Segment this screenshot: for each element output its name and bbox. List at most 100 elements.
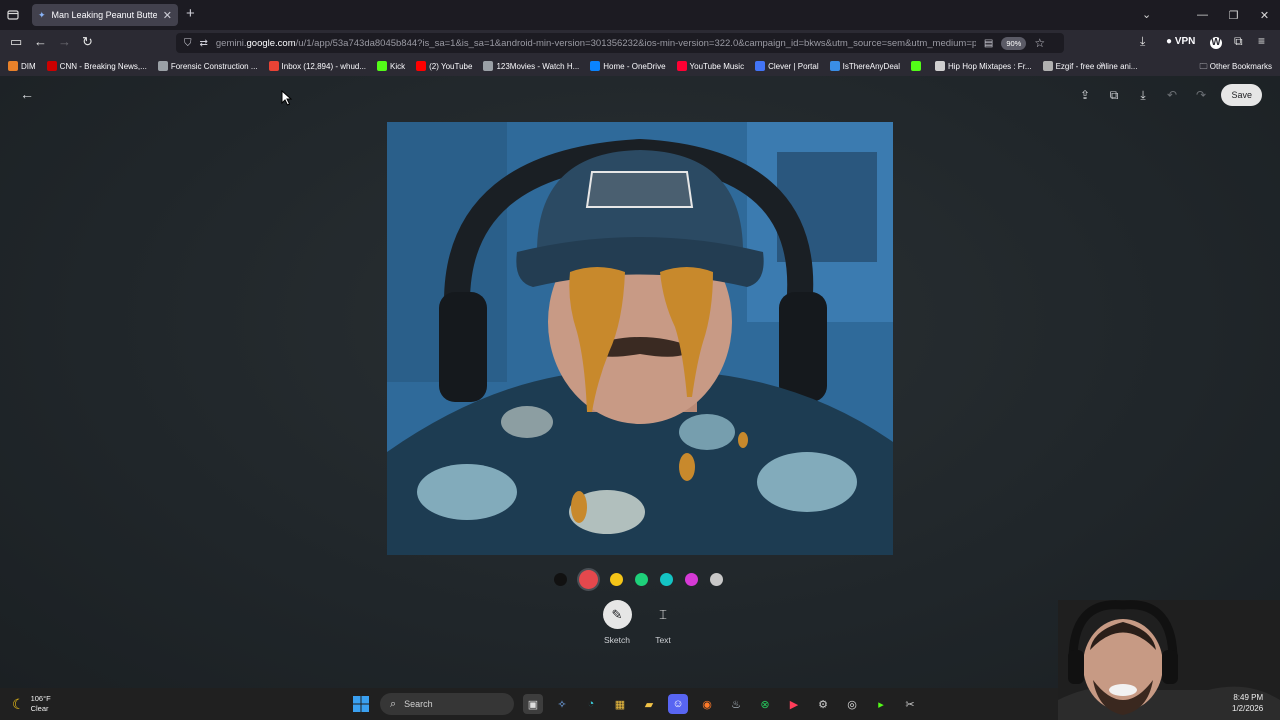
reload-button[interactable]: ↻ bbox=[82, 34, 93, 50]
tool-text[interactable]: ⌶ Text bbox=[648, 600, 678, 646]
snipping-tool-icon[interactable]: ✂ bbox=[900, 694, 920, 714]
taskbar-apps: ⌕ Search ▣ ✧ ◔ ▦ ▰ ☺ ◉ ♨ ⊗ ▶ ⚙ ◎ ▸ ✂ bbox=[351, 693, 920, 715]
sidebar-icon[interactable]: ▭ bbox=[10, 34, 22, 50]
text-icon[interactable]: ⌶ bbox=[649, 600, 678, 629]
bookmarks-toolbar: DIM CNN - Breaking News,... Forensic Const… bbox=[0, 56, 1280, 76]
youtube-music-icon bbox=[676, 61, 687, 71]
back-arrow-icon[interactable]: ← bbox=[20, 86, 34, 102]
reader-view-icon[interactable]: ▤ bbox=[984, 38, 993, 49]
redo-icon[interactable]: ↷ bbox=[1192, 88, 1209, 102]
bookmark-item[interactable]: IsThereAnyDeal bbox=[829, 61, 900, 71]
windows-logo-icon bbox=[353, 696, 369, 712]
save-button[interactable]: Save bbox=[1221, 84, 1262, 106]
close-window-button[interactable]: ✕ bbox=[1249, 9, 1280, 22]
copilot-icon[interactable]: ✧ bbox=[552, 694, 572, 714]
globe-icon bbox=[157, 61, 168, 71]
system-clock[interactable]: 8:49 PM 1/2/2026 bbox=[1232, 692, 1263, 714]
bookmark-label: (2) YouTube bbox=[429, 61, 473, 71]
color-swatch[interactable] bbox=[635, 573, 648, 586]
sketch-icon[interactable]: ✎ bbox=[602, 600, 632, 629]
bookmark-item[interactable]: Home - OneDrive bbox=[590, 61, 666, 71]
restore-button[interactable]: ❐ bbox=[1218, 9, 1249, 22]
xbox-icon[interactable]: ⊗ bbox=[755, 694, 775, 714]
edge-icon[interactable]: ◔ bbox=[581, 694, 601, 714]
bookmark-label: Inbox (12,894) - whud... bbox=[281, 61, 367, 71]
tool-label: Text bbox=[655, 635, 671, 645]
bookmark-item[interactable]: CNN - Breaking News,... bbox=[46, 61, 147, 71]
kick-icon bbox=[911, 61, 921, 71]
bookmark-label: 123Movies - Watch H... bbox=[496, 61, 580, 71]
shield-icon[interactable]: ⛉ bbox=[184, 38, 192, 49]
edited-photo bbox=[387, 122, 893, 555]
color-swatch[interactable] bbox=[579, 570, 598, 589]
bookmark-item[interactable]: Kick bbox=[377, 61, 405, 71]
weather-condition: Clear bbox=[30, 704, 49, 713]
bookmark-item[interactable]: DIM bbox=[8, 61, 36, 71]
taskbar-search[interactable]: ⌕ Search bbox=[380, 693, 514, 715]
color-swatch[interactable] bbox=[554, 573, 567, 586]
new-tab-button[interactable]: + bbox=[186, 5, 195, 22]
bookmark-item[interactable]: Forensic Construction ... bbox=[157, 61, 258, 71]
menu-icon[interactable]: ≡ bbox=[1258, 34, 1265, 48]
tool-label: Sketch bbox=[604, 635, 630, 645]
color-swatch[interactable] bbox=[685, 573, 698, 586]
permissions-icon[interactable]: ⇄ bbox=[200, 38, 208, 49]
other-bookmarks[interactable]: » 🗀 Other Bookmarks bbox=[1100, 59, 1272, 75]
download-icon[interactable]: ⤓ bbox=[1134, 88, 1151, 103]
bookmark-item[interactable]: Ezgif - free online ani... bbox=[1042, 61, 1138, 71]
discord-icon[interactable]: ☺ bbox=[668, 694, 688, 714]
bookmark-item[interactable]: Clever | Portal bbox=[755, 61, 819, 71]
clock-date: 1/2/2026 bbox=[1232, 704, 1264, 713]
bookmark-label: Home - OneDrive bbox=[603, 61, 666, 71]
task-view-icon[interactable]: ▣ bbox=[523, 694, 543, 714]
tab-active[interactable]: ✦ Man Leaking Peanut Butter Fro ✕ bbox=[32, 4, 178, 26]
minimize-button[interactable]: — bbox=[1187, 9, 1218, 21]
bookmark-item[interactable]: Hip Hop Mixtapes : Fr... bbox=[935, 61, 1032, 71]
kick-app-icon[interactable]: ▸ bbox=[871, 694, 891, 714]
start-button[interactable] bbox=[351, 694, 371, 714]
share-icon[interactable]: ⇪ bbox=[1076, 88, 1093, 102]
color-swatch[interactable] bbox=[660, 573, 673, 586]
settings-icon[interactable]: ⚙ bbox=[813, 694, 833, 714]
tool-selector: ✎ Sketch ⌶ Text bbox=[602, 600, 678, 645]
zoom-badge[interactable]: 90% bbox=[1001, 36, 1027, 50]
firefox-icon[interactable]: ◉ bbox=[697, 694, 717, 714]
url-text[interactable]: gemini.google.com/u/1/app/53a743da8045b8… bbox=[216, 38, 976, 49]
chrome-icon[interactable]: ◎ bbox=[842, 694, 862, 714]
extensions-icon[interactable]: ⧉ bbox=[1234, 34, 1243, 49]
itad-icon bbox=[829, 61, 840, 71]
chevron-down-icon[interactable]: ⌄ bbox=[1142, 8, 1151, 21]
undo-icon[interactable]: ↶ bbox=[1163, 88, 1180, 102]
color-swatch[interactable] bbox=[710, 573, 723, 586]
bookmark-label: Ezgif - free online ani... bbox=[1055, 61, 1138, 71]
bookmark-item[interactable]: (2) YouTube bbox=[416, 61, 472, 71]
taskbar: ☾ 106°F Clear ⌕ Search ▣ ✧ ◔ ▦ ▰ ☺ ◉ ♨ ⊗… bbox=[0, 688, 1058, 720]
forward-button[interactable]: → bbox=[58, 34, 71, 49]
gmail-icon bbox=[268, 61, 279, 71]
dim-icon bbox=[8, 61, 18, 71]
color-swatch[interactable] bbox=[610, 573, 623, 586]
back-button[interactable]: ← bbox=[34, 34, 47, 49]
tab-close-icon[interactable]: ✕ bbox=[163, 9, 172, 22]
bookmark-item[interactable]: Inbox (12,894) - whud... bbox=[268, 61, 367, 71]
edited-image[interactable] bbox=[387, 122, 893, 555]
bookmark-star-icon[interactable]: ☆ bbox=[1034, 36, 1045, 50]
bookmark-item[interactable]: 123Movies - Watch H... bbox=[483, 61, 579, 71]
tool-sketch[interactable]: ✎ Sketch bbox=[602, 600, 632, 645]
downloads-icon[interactable]: ⤓ bbox=[1140, 34, 1145, 49]
steam-icon[interactable]: ♨ bbox=[726, 694, 746, 714]
bookmark-item[interactable] bbox=[911, 61, 924, 71]
chevron-double-right-icon[interactable]: » bbox=[1100, 59, 1106, 70]
url-bar[interactable]: ⛉ ⇄ gemini.google.com/u/1/app/53a743da80… bbox=[176, 33, 1064, 53]
tab-list-button[interactable] bbox=[0, 0, 26, 30]
copy-icon[interactable]: ⧉ bbox=[1105, 88, 1122, 103]
store-icon[interactable]: ▦ bbox=[610, 694, 630, 714]
media-player-icon[interactable]: ▶ bbox=[784, 694, 804, 714]
vpn-button[interactable]: ● VPN bbox=[1166, 36, 1195, 47]
account-avatar-icon[interactable]: W bbox=[1210, 37, 1222, 49]
bookmark-item[interactable]: YouTube Music bbox=[676, 61, 744, 71]
weather-widget[interactable]: ☾ 106°F Clear bbox=[12, 694, 51, 714]
page-icon bbox=[935, 61, 945, 71]
cnn-icon bbox=[46, 61, 57, 71]
file-explorer-icon[interactable]: ▰ bbox=[639, 694, 659, 714]
